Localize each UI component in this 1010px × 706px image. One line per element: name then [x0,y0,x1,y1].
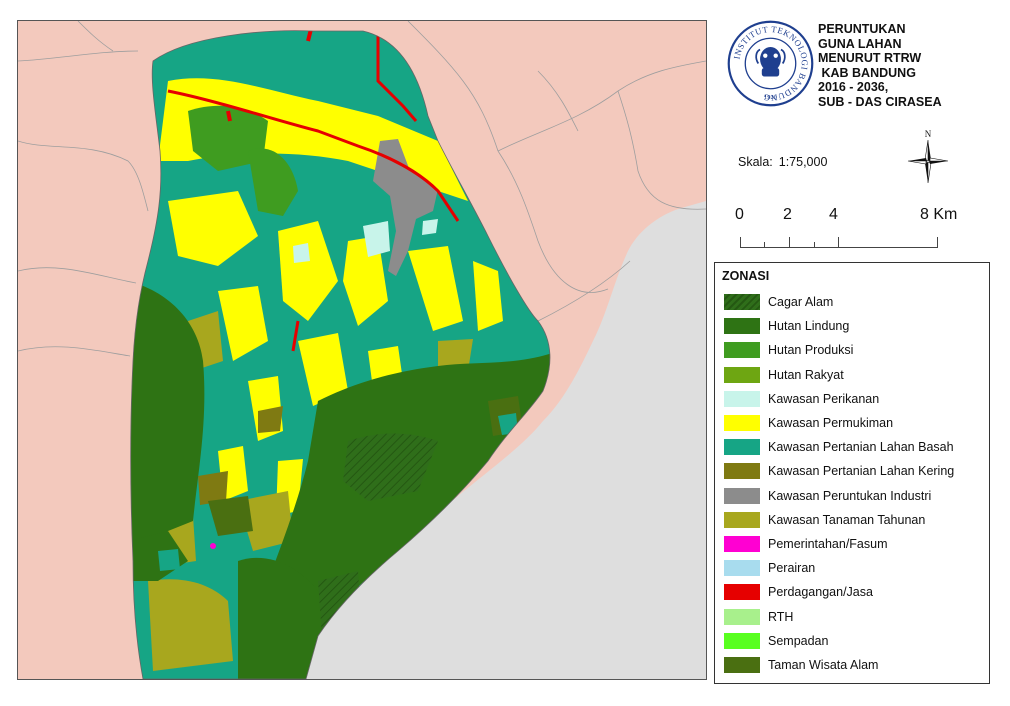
scale-bar: 0 2 4 8 Km [730,206,970,248]
legend-swatch [724,608,760,625]
legend-item: Kawasan Perikanan [724,387,954,411]
title-line: SUB - DAS CIRASEA [818,94,942,109]
legend-item: Kawasan Tanaman Tahunan [724,508,954,532]
legend-swatch [724,511,760,528]
legend-swatch [724,439,760,456]
legend-item: Kawasan Pertanian Lahan Kering [724,459,954,483]
legend-label: Perdagangan/Jasa [768,585,873,600]
scale-label-0: 0 [735,206,744,223]
logo-year: 1920 [764,94,778,101]
scale-label: Skala: [738,155,773,169]
itb-logo: INSTITUT TEKNOLOGI BANDUNG 1920 [727,20,814,107]
legend-label: Kawasan Pertanian Lahan Basah [768,440,954,455]
legend-item: Hutan Rakyat [724,363,954,387]
title-line: KAB BANDUNG [818,65,916,80]
legend-swatch [724,487,760,504]
legend-label: Kawasan Peruntukan Industri [768,488,932,503]
legend-swatch [724,535,760,552]
legend-item: Kawasan Pertanian Lahan Basah [724,435,954,459]
legend: ZONASI Cagar Alam Hutan Lindung Hutan Prod… [714,262,990,684]
legend-item: Pemerintahan/Fasum [724,532,954,556]
legend-item: Cagar Alam [724,290,954,314]
legend-swatch [724,632,760,649]
legend-swatch [724,656,760,673]
legend-swatch [724,294,760,311]
legend-label: Hutan Produksi [768,343,854,358]
scale-label-2: 2 [783,206,792,223]
scale-value: 1:75,000 [778,155,828,169]
legend-label: RTH [768,609,794,624]
legend-item: Taman Wisata Alam [724,653,954,677]
legend-item: Kawasan Permukiman [724,411,954,435]
land-use-map[interactable] [18,21,706,679]
scale-line [740,237,938,248]
scale-ratio: Skala: 1:75,000 [738,155,833,169]
legend-label: Cagar Alam [768,295,834,310]
title-line: PERUNTUKAN [818,22,906,36]
map-frame[interactable] [17,20,707,680]
legend-title: ZONASI [722,269,770,283]
legend-swatch [724,342,760,359]
title-line: GUNA LAHAN [818,36,902,51]
title-line: MENURUT RTRW [818,51,922,66]
north-label: N [925,129,932,139]
legend-label: Hutan Lindung [768,319,850,334]
scale-label-4: 4 [829,206,838,223]
legend-item: Hutan Lindung [724,314,954,338]
legend-label: Kawasan Perikanan [768,391,880,406]
legend-item: Hutan Produksi [724,338,954,362]
legend-label: Hutan Rakyat [768,367,844,382]
legend-swatch [724,463,760,480]
scale-label-8: 8 Km [920,206,958,223]
legend-label: Pemerintahan/Fasum [768,536,888,551]
legend-label: Perairan [768,561,816,576]
legend-swatch [724,415,760,432]
legend-item: Kawasan Peruntukan Industri [724,484,954,508]
legend-label: Sempadan [768,633,829,648]
legend-swatch [724,390,760,407]
legend-label: Taman Wisata Alam [768,657,879,672]
legend-label: Kawasan Pertanian Lahan Kering [768,464,955,479]
north-arrow-icon: N [907,129,949,184]
legend-item: Perairan [724,556,954,580]
legend-item: Perdagangan/Jasa [724,580,954,604]
legend-swatch [724,584,760,601]
map-title: PERUNTUKAN GUNA LAHAN MENURUT RTRW KAB BAN… [818,22,1003,110]
legend-items: Cagar Alam Hutan Lindung Hutan Produksi Hut… [724,290,954,677]
legend-label: Kawasan Tanaman Tahunan [768,512,926,527]
legend-swatch [724,560,760,577]
legend-label: Kawasan Permukiman [768,416,894,431]
legend-swatch [724,366,760,383]
title-line: 2016 - 2036, [818,80,889,95]
legend-item: RTH [724,604,954,628]
legend-item: Sempadan [724,629,954,653]
legend-swatch [724,318,760,335]
